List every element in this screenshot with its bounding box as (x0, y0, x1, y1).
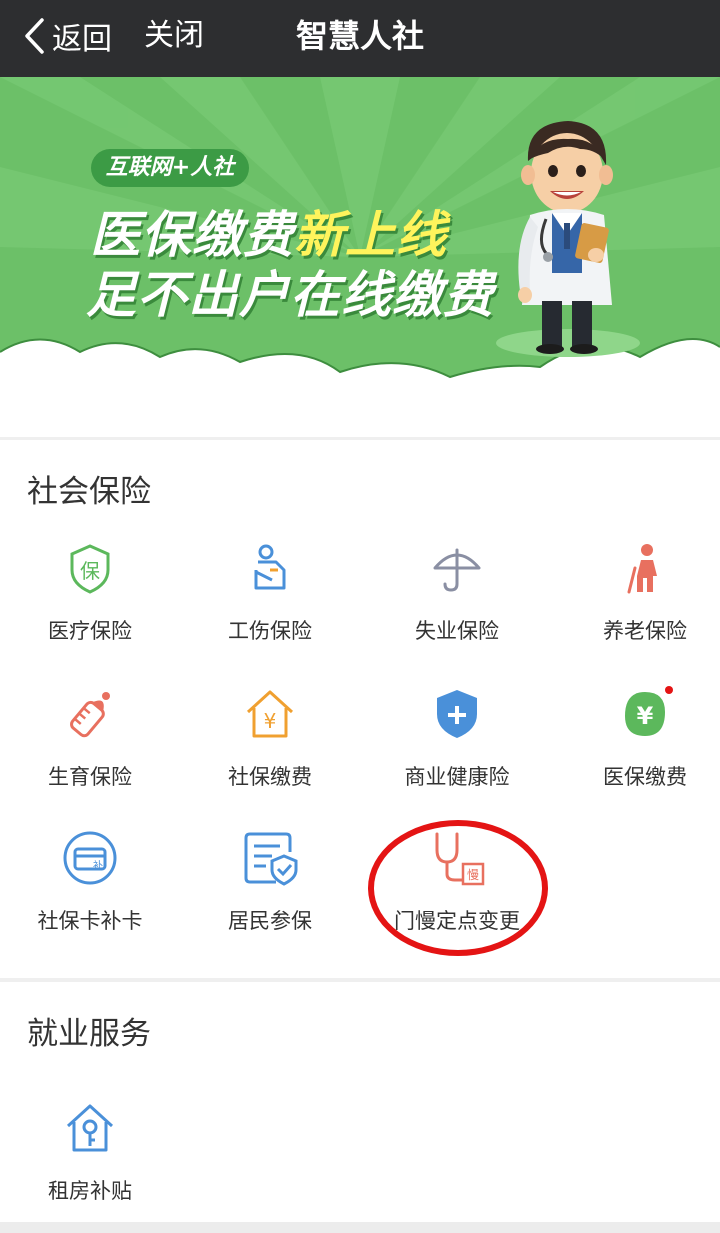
card-badge-text: 补 (93, 859, 103, 872)
yuan-leaf-icon: ¥ (615, 684, 675, 744)
shield-plus-icon (427, 684, 487, 744)
banner-subline: 足不出户在线缴费 (86, 266, 494, 324)
house-yuan-icon: ¥ (240, 684, 300, 744)
stethoscope-icon: 慢 (427, 828, 487, 888)
grid-item-label: 社保卡补卡 (37, 909, 143, 933)
chronic-badge-text: 慢 (467, 868, 479, 882)
grid-item-label: 租房补贴 (48, 1179, 132, 1203)
shield-bao-icon: 保 (60, 538, 120, 598)
svg-text:保: 保 (80, 559, 100, 583)
grid-item-label: 生育保险 (48, 765, 132, 789)
grid-item-unemployment-insurance[interactable]: 失业保险 (367, 538, 547, 668)
injured-person-icon (240, 538, 300, 598)
elderly-person-icon (615, 538, 675, 598)
social-insurance-section: 社会保险 保 医疗保险 工伤保险 失业保险 养老保险 生育保险 ¥ 社保缴费 商… (0, 440, 720, 978)
grid-item-label: 养老保险 (603, 619, 687, 643)
employment-service-section: 就业服务 租房补贴 (0, 982, 720, 1222)
grid-item-card-replacement[interactable]: 补 社保卡补卡 (0, 828, 180, 958)
grid-item-social-payment[interactable]: ¥ 社保缴费 (180, 684, 360, 814)
grid-item-pension-insurance[interactable]: 养老保险 (555, 538, 720, 668)
top-navbar: 返回 关闭 智慧人社 (0, 0, 720, 77)
grid-item-label: 社保缴费 (228, 765, 312, 789)
doctor-illustration (518, 121, 613, 354)
grid-item-commercial-health[interactable]: 商业健康险 (367, 684, 547, 814)
grid-item-label: 失业保险 (415, 619, 499, 643)
grid-item-resident-insurance[interactable]: 居民参保 (180, 828, 360, 958)
baby-bottle-icon (60, 684, 120, 744)
bottom-divider (0, 1222, 720, 1233)
grid-item-label: 医保缴费 (603, 765, 687, 789)
grid-item-label: 医疗保险 (48, 619, 132, 643)
house-key-icon (60, 1098, 120, 1158)
grid-item-label: 商业健康险 (404, 765, 510, 789)
grid-item-label: 门慢定点变更 (394, 909, 520, 933)
umbrella-icon (427, 538, 487, 598)
grid-item-chronic-clinic-change[interactable]: 慢 门慢定点变更 (367, 828, 547, 958)
grid-item-maternity-insurance[interactable]: 生育保险 (0, 684, 180, 814)
grid-item-label: 工伤保险 (228, 619, 312, 643)
grid-item-medical-insurance[interactable]: 保 医疗保险 (0, 538, 180, 668)
yuan-symbol: ¥ (637, 702, 654, 730)
promo-banner[interactable]: 互联网+人社 医保缴费新上线 足不出户在线缴费 (0, 77, 720, 437)
section-title-job: 就业服务 (27, 1016, 151, 1052)
card-replace-icon: 补 (60, 828, 120, 888)
grid-item-injury-insurance[interactable]: 工伤保险 (180, 538, 360, 668)
yuan-symbol: ¥ (264, 709, 277, 733)
document-shield-icon (240, 828, 300, 888)
banner-tag: 互联网+人社 (91, 149, 249, 187)
page-title: 智慧人社 (295, 17, 424, 55)
grid-item-rent-subsidy[interactable]: 租房补贴 (0, 1098, 180, 1228)
grid-item-medical-payment[interactable]: ¥ 医保缴费 (555, 684, 720, 814)
section-title-social: 社会保险 (27, 474, 151, 510)
grid-item-label: 居民参保 (228, 909, 312, 933)
